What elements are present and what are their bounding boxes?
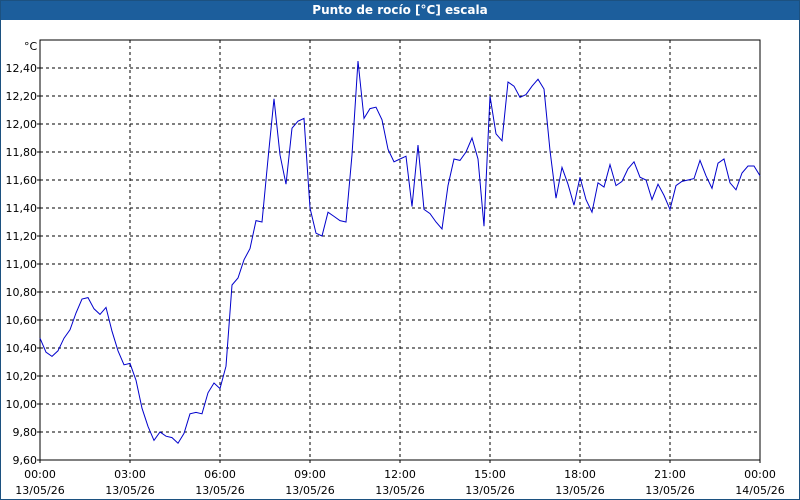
- x-tick-time-label: 06:00: [204, 468, 236, 481]
- y-tick-label: 10,00: [6, 398, 38, 411]
- y-axis-unit-label: °C: [24, 40, 38, 53]
- x-tick-date-label: 13/05/26: [15, 484, 64, 497]
- x-tick-time-label: 00:00: [744, 468, 776, 481]
- x-tick-time-label: 03:00: [114, 468, 146, 481]
- y-tick-label: 11,80: [6, 146, 38, 159]
- y-tick-label: 10,20: [6, 370, 38, 383]
- y-tick-label: 10,40: [6, 342, 38, 355]
- x-tick-date-label: 13/05/26: [105, 484, 154, 497]
- y-tick-label: 9,60: [13, 454, 38, 467]
- y-tick-label: 12,20: [6, 90, 38, 103]
- x-tick-time-label: 15:00: [474, 468, 506, 481]
- y-tick-label: 9,80: [13, 426, 38, 439]
- x-tick-date-label: 14/05/26: [735, 484, 784, 497]
- x-tick-time-label: 12:00: [384, 468, 416, 481]
- y-tick-label: 12,40: [6, 62, 38, 75]
- x-tick-date-label: 13/05/26: [375, 484, 424, 497]
- x-tick-time-label: 09:00: [294, 468, 326, 481]
- x-tick-date-label: 13/05/26: [195, 484, 244, 497]
- x-tick-date-label: 13/05/26: [285, 484, 334, 497]
- x-tick-time-label: 18:00: [564, 468, 596, 481]
- x-tick-date-label: 13/05/26: [555, 484, 604, 497]
- x-tick-time-label: 21:00: [654, 468, 686, 481]
- y-tick-label: 12,00: [6, 118, 38, 131]
- plot-area: 9,60 9,80 10,00 10,20 10,40 10,60 10,80 11,00 11…: [0, 0, 800, 500]
- y-tick-label: 10,60: [6, 314, 38, 327]
- y-tick-label: 11,60: [6, 174, 38, 187]
- x-tick-date-label: 13/05/26: [645, 484, 694, 497]
- y-tick-label: 11,20: [6, 230, 38, 243]
- dew-point-chart: 9,60 9,80 10,00 10,20 10,40 10,60 10,80 11,00 11…: [6, 39, 785, 497]
- y-tick-label: 11,00: [6, 258, 38, 271]
- y-tick-label: 10,80: [6, 286, 38, 299]
- x-tick-time-label: 00:00: [24, 468, 56, 481]
- y-tick-label: 11,40: [6, 202, 38, 215]
- x-tick-date-label: 13/05/26: [465, 484, 514, 497]
